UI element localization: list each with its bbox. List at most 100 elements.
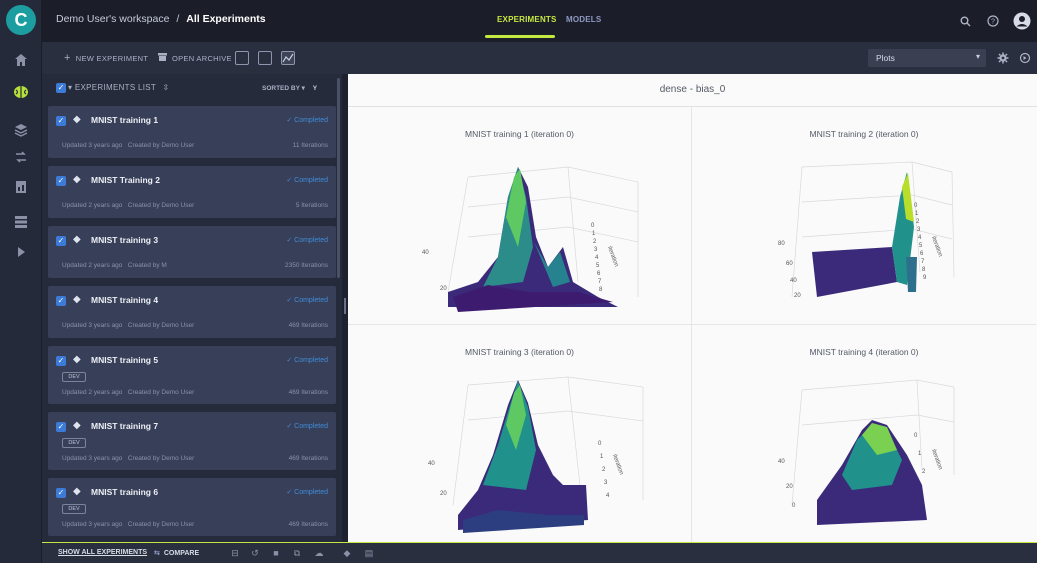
- datasets-layers-icon[interactable]: [11, 120, 31, 140]
- experiment-type-icon: ◆: [73, 354, 81, 365]
- tag-badge[interactable]: DEV: [62, 372, 86, 382]
- plot-group-title: dense - bias_0: [659, 84, 726, 95]
- sort-label: SORTED BY: [262, 85, 300, 92]
- experiment-type-icon: ◆: [73, 174, 81, 185]
- svg-text:1: 1: [600, 454, 604, 460]
- splitter-grip[interactable]: [344, 298, 346, 314]
- stop-action-icon[interactable]: ■: [271, 548, 281, 558]
- status-badge: ✓ Completed: [286, 237, 328, 244]
- tag-badge[interactable]: DEV: [62, 504, 86, 514]
- svg-text:6: 6: [920, 251, 924, 257]
- projects-brain-icon[interactable]: [11, 82, 31, 102]
- open-archive-button[interactable]: OPEN ARCHIVE: [158, 50, 232, 66]
- publish-action-icon[interactable]: ☁: [314, 548, 324, 558]
- breadcrumb-separator: /: [176, 13, 180, 25]
- surface-plot: 0 1 2 3 4 5 6 7 8 9 iteration 80 60 40 20: [778, 161, 955, 299]
- list-header-label: EXPERIMENTS LIST: [74, 83, 156, 92]
- plots-panel: dense - bias_0 MNIST training 1 (iterati…: [348, 74, 1037, 543]
- app-logo[interactable]: C: [6, 5, 36, 35]
- experiment-meta: Updated 3 years ago Created by Demo User: [62, 455, 195, 462]
- expand-sidebar-icon[interactable]: [11, 242, 31, 262]
- svg-text:6: 6: [597, 271, 601, 277]
- compare-plots-view-icon[interactable]: [281, 51, 295, 65]
- experiment-type-icon: ◆: [73, 234, 81, 245]
- left-sidebar: C: [0, 0, 42, 563]
- compare-icon: ⇆: [154, 550, 160, 557]
- user-avatar-icon[interactable]: [1011, 10, 1033, 32]
- tag-action-icon[interactable]: ◆: [342, 548, 352, 558]
- experiment-checkbox[interactable]: ✓: [56, 176, 66, 186]
- list-scrollbar[interactable]: [337, 78, 340, 278]
- svg-text:5: 5: [919, 243, 923, 249]
- axis-tick: 20: [440, 286, 447, 292]
- svg-text:7: 7: [921, 259, 925, 265]
- workers-queues-icon[interactable]: [11, 212, 31, 232]
- experiment-type-icon: ◆: [73, 486, 81, 497]
- reset-action-icon[interactable]: ↺: [250, 548, 260, 558]
- filter-icon[interactable]: Y: [313, 85, 317, 92]
- archive-action-icon[interactable]: ⊟: [230, 548, 240, 558]
- svg-text:4: 4: [606, 493, 610, 499]
- svg-text:7: 7: [598, 279, 602, 285]
- experiment-checkbox[interactable]: ✓: [56, 356, 66, 366]
- axis-tick: 80: [778, 241, 785, 247]
- svg-text:1: 1: [592, 231, 596, 237]
- breadcrumb-workspace[interactable]: Demo User's workspace: [56, 13, 169, 25]
- svg-text:?: ?: [991, 19, 995, 26]
- experiment-card[interactable]: ✓ ◆ MNIST training 1 ✓ Completed Updated…: [48, 106, 336, 158]
- experiment-card[interactable]: ✓ ◆ MNIST training 6 ✓ Completed DEV Upd…: [48, 478, 336, 536]
- experiment-checkbox[interactable]: ✓: [56, 116, 66, 126]
- experiment-checkbox[interactable]: ✓: [56, 296, 66, 306]
- experiment-checkbox[interactable]: ✓: [56, 488, 66, 498]
- experiment-meta: Updated 2 years ago Created by Demo User: [62, 202, 195, 209]
- experiment-meta: Updated 2 years ago Created by Demo User: [62, 389, 195, 396]
- experiment-card[interactable]: ✓ ◆ MNIST Training 2 ✓ Completed Updated…: [48, 166, 336, 218]
- sort-dropdown[interactable]: SORTED BY ▾ Y: [262, 84, 317, 92]
- home-icon[interactable]: [11, 50, 31, 70]
- list-header-title: ▾ EXPERIMENTS LIST ⇳: [68, 83, 170, 92]
- show-all-experiments-link[interactable]: SHOW ALL EXPERIMENTS: [58, 549, 147, 556]
- compare-button[interactable]: ⇆ COMPARE: [154, 549, 199, 557]
- plus-icon: +: [64, 52, 71, 64]
- tab-models[interactable]: MODELS: [566, 15, 601, 24]
- iterations-count: 11 Iterations: [292, 142, 328, 149]
- experiment-meta: Updated 3 years ago Created by Demo User: [62, 322, 195, 329]
- experiment-meta: Updated 2 years ago Created by M: [62, 262, 167, 269]
- svg-text:3: 3: [594, 247, 598, 253]
- axis-tick: 60: [786, 261, 793, 267]
- details-view-icon[interactable]: [258, 51, 272, 65]
- new-experiment-button[interactable]: + NEW EXPERIMENT: [64, 50, 148, 66]
- reports-icon[interactable]: [11, 177, 31, 197]
- axis-tick: 40: [790, 278, 797, 284]
- surface-plot-cell[interactable]: MNIST training 2 (iteration 0) 012345678…: [692, 107, 1036, 325]
- experiment-checkbox[interactable]: ✓: [56, 422, 66, 432]
- surface-plot-cell[interactable]: MNIST training 4 (iteration 0) 012 itera…: [692, 325, 1036, 543]
- experiment-card[interactable]: ✓ ◆ MNIST training 5 ✓ Completed DEV Upd…: [48, 346, 336, 404]
- surface-plot-cell[interactable]: MNIST training 3 (iteration 0) 01234 ite…: [348, 325, 692, 543]
- surface-plot: 0 1 2 3 4 iteration 40 20: [428, 376, 644, 533]
- experiment-card[interactable]: ✓ ◆ MNIST training 3 ✓ Completed Updated…: [48, 226, 336, 278]
- pipelines-icon[interactable]: [11, 147, 31, 167]
- surface-plot-cell[interactable]: MNIST training 1 (iteration 0) 012345678…: [348, 107, 692, 325]
- experiment-card[interactable]: ✓ ◆ MNIST training 4 ✓ Completed Updated…: [48, 286, 336, 338]
- search-icon[interactable]: [956, 12, 974, 30]
- move-action-icon[interactable]: ▤: [364, 548, 374, 558]
- tag-badge[interactable]: DEV: [62, 438, 86, 448]
- clone-action-icon[interactable]: ⧉: [292, 548, 302, 558]
- svg-text:0: 0: [598, 441, 602, 447]
- select-all-checkbox[interactable]: ✓: [56, 83, 66, 93]
- experiment-checkbox[interactable]: ✓: [56, 236, 66, 246]
- experiments-toolbar: + NEW EXPERIMENT OPEN ARCHIVE Plots ▾: [42, 42, 1037, 74]
- table-view-icon[interactable]: [235, 51, 249, 65]
- auto-refresh-icon[interactable]: [1016, 49, 1034, 67]
- settings-gear-icon[interactable]: [994, 49, 1012, 67]
- plots-select-dropdown[interactable]: Plots ▾: [868, 49, 986, 67]
- list-settings-icon[interactable]: ⇳: [163, 83, 170, 92]
- axis-tick: 0: [792, 503, 796, 509]
- experiment-name: MNIST training 6: [91, 487, 159, 497]
- z-axis-label: iteration: [606, 246, 619, 268]
- experiment-card[interactable]: ✓ ◆ MNIST training 7 ✓ Completed DEV Upd…: [48, 412, 336, 470]
- z-axis-label: iteration: [611, 454, 624, 476]
- tab-experiments[interactable]: EXPERIMENTS: [497, 15, 557, 24]
- help-icon[interactable]: ?: [984, 12, 1002, 30]
